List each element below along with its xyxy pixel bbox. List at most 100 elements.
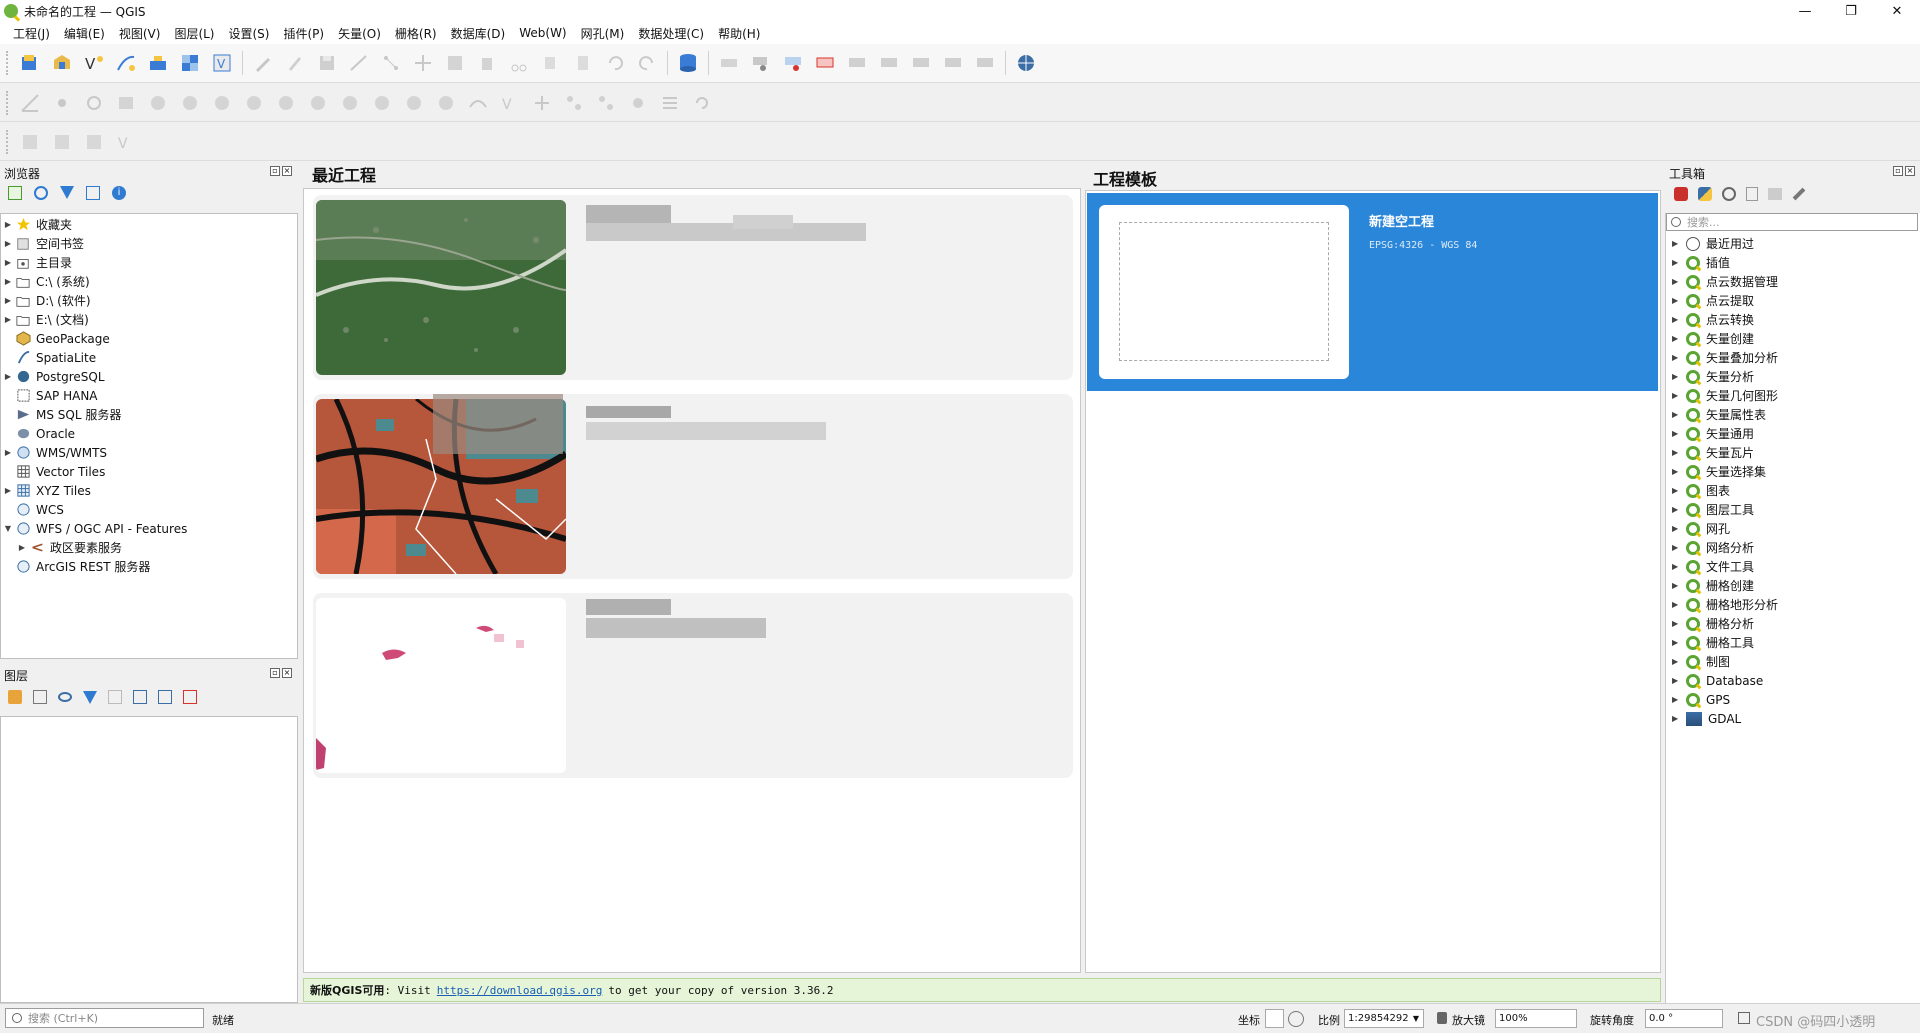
style-brush-icon[interactable] bbox=[8, 690, 22, 704]
maximize-button[interactable]: ❐ bbox=[1828, 0, 1874, 22]
menu-layer[interactable]: 图层(L) bbox=[167, 25, 221, 42]
toolbox-item[interactable]: ▶ 插值 bbox=[1672, 253, 1730, 272]
collapse-all-icon[interactable] bbox=[86, 186, 100, 200]
toolbox-item[interactable]: ▶ GPS bbox=[1672, 690, 1730, 709]
label-pin-icon[interactable] bbox=[748, 50, 774, 76]
menu-processing[interactable]: 数据处理(C) bbox=[631, 25, 711, 42]
tree-item-postgresql[interactable]: ▶ PostgreSQL bbox=[1, 367, 105, 386]
shape-digitize-icon[interactable] bbox=[17, 129, 43, 155]
rectangle-tool-icon[interactable] bbox=[81, 129, 107, 155]
python-scripts-icon[interactable] bbox=[1698, 187, 1712, 201]
new-raster-icon[interactable] bbox=[177, 50, 203, 76]
globe-plugin-icon[interactable] bbox=[1013, 50, 1039, 76]
add-line-icon[interactable] bbox=[346, 50, 372, 76]
add-ring-icon[interactable] bbox=[81, 90, 107, 116]
recent-project-card[interactable] bbox=[313, 593, 1073, 778]
tree-item-mssql[interactable]: MS SQL 服务器 bbox=[1, 405, 121, 424]
merge-attributes-icon[interactable] bbox=[401, 90, 427, 116]
new-virtual-layer-icon[interactable]: V bbox=[209, 50, 235, 76]
vertex-editor-icon[interactable]: V bbox=[497, 90, 523, 116]
split-features-icon[interactable] bbox=[305, 90, 331, 116]
add-part-icon[interactable] bbox=[113, 90, 139, 116]
close-panel-button[interactable]: × bbox=[1905, 166, 1915, 176]
copy-icon[interactable] bbox=[538, 50, 564, 76]
toolbox-item[interactable]: ▶ 栅格地形分析 bbox=[1672, 595, 1778, 614]
toolbox-item[interactable]: ▶ 点云转换 bbox=[1672, 310, 1754, 329]
tree-item-bookmarks[interactable]: ▶ 空间书签 bbox=[1, 234, 84, 253]
tree-item-wms[interactable]: ▶ WMS/WMTS bbox=[1, 443, 107, 462]
menu-project[interactable]: 工程(J) bbox=[6, 25, 57, 42]
remove-layer-icon[interactable] bbox=[183, 690, 197, 704]
fill-ring-icon[interactable] bbox=[145, 90, 171, 116]
new-shapefile-icon[interactable]: V bbox=[81, 50, 107, 76]
menu-help[interactable]: 帮助(H) bbox=[711, 25, 767, 42]
tree-item-wcs[interactable]: WCS bbox=[1, 500, 64, 519]
trim-extend-icon[interactable] bbox=[529, 90, 555, 116]
circle-tool-icon[interactable] bbox=[49, 129, 75, 155]
close-panel-button[interactable]: × bbox=[282, 166, 292, 176]
models-icon[interactable] bbox=[1674, 187, 1688, 201]
label-rotate-icon[interactable] bbox=[876, 50, 902, 76]
menu-vector[interactable]: 矢量(O) bbox=[331, 25, 388, 42]
info-icon[interactable]: i bbox=[112, 186, 126, 200]
render-checkbox[interactable] bbox=[1738, 1012, 1750, 1024]
menu-plugins[interactable]: 插件(P) bbox=[276, 25, 331, 42]
cut-icon[interactable] bbox=[506, 50, 532, 76]
tree-item-home[interactable]: ▶ 主目录 bbox=[1, 253, 72, 272]
label-move-icon[interactable] bbox=[844, 50, 870, 76]
open-project-icon[interactable] bbox=[49, 50, 75, 76]
pencil-icon[interactable] bbox=[250, 50, 276, 76]
toolbox-item[interactable]: ▶ 矢量选择集 bbox=[1672, 462, 1766, 481]
recent-project-card[interactable] bbox=[313, 195, 1073, 380]
split-parts-icon[interactable] bbox=[337, 90, 363, 116]
float-panel-button[interactable]: ▫ bbox=[270, 668, 280, 678]
tree-item-drive-c[interactable]: ▶ C:\ (系统) bbox=[1, 272, 90, 291]
polygon-tool-icon[interactable]: V bbox=[113, 129, 139, 155]
align-icon[interactable] bbox=[657, 90, 683, 116]
toolbox-item[interactable]: ▶ 矢量属性表 bbox=[1672, 405, 1766, 424]
label-change-icon[interactable] bbox=[908, 50, 934, 76]
add-group-icon[interactable] bbox=[33, 690, 47, 704]
edit-features-in-place-icon[interactable] bbox=[1768, 188, 1782, 200]
rotate-feature-icon[interactable] bbox=[689, 90, 715, 116]
simplify-icon[interactable] bbox=[465, 90, 491, 116]
edit-pencil-icon[interactable] bbox=[282, 50, 308, 76]
offset-curve-icon[interactable] bbox=[273, 90, 299, 116]
tree-item-vector-tiles[interactable]: Vector Tiles bbox=[1, 462, 105, 481]
save-edits-icon[interactable] bbox=[314, 50, 340, 76]
tree-item-sap-hana[interactable]: SAP HANA bbox=[1, 386, 98, 405]
label-icon[interactable] bbox=[716, 50, 742, 76]
tree-item-xyz-tiles[interactable]: ▶ XYZ Tiles bbox=[1, 481, 91, 500]
reshape-icon[interactable] bbox=[241, 90, 267, 116]
database-icon[interactable] bbox=[675, 50, 701, 76]
redo-icon[interactable] bbox=[634, 50, 660, 76]
history-icon[interactable] bbox=[1722, 187, 1736, 201]
toolbox-item[interactable]: ▶ 网络分析 bbox=[1672, 538, 1754, 557]
template-new-empty-project[interactable]: 新建空工程 EPSG:4326 - WGS 84 bbox=[1087, 193, 1658, 391]
delete-part-icon[interactable] bbox=[209, 90, 235, 116]
tree-item-drive-d[interactable]: ▶ D:\ (软件) bbox=[1, 291, 91, 310]
recent-project-card[interactable] bbox=[313, 394, 1073, 579]
toolbox-item[interactable]: ▶ 栅格分析 bbox=[1672, 614, 1754, 633]
delete-ring-icon[interactable] bbox=[177, 90, 203, 116]
toolbar-grip[interactable] bbox=[6, 51, 10, 75]
paste-icon[interactable] bbox=[570, 50, 596, 76]
layers-tree[interactable] bbox=[0, 716, 298, 1003]
download-link[interactable]: https://download.qgis.org bbox=[437, 984, 603, 997]
menu-raster[interactable]: 栅格(R) bbox=[388, 25, 444, 42]
toolbox-search-input[interactable]: 搜索... bbox=[1666, 213, 1918, 231]
vertex-tool-icon[interactable] bbox=[378, 50, 404, 76]
menu-web[interactable]: Web(W) bbox=[512, 26, 573, 40]
lock-scale-icon[interactable] bbox=[1437, 1012, 1447, 1024]
tree-item-wfs-child[interactable]: ▶ 政区要素服务 bbox=[15, 538, 122, 557]
digitize-line-icon[interactable] bbox=[113, 50, 139, 76]
results-viewer-icon[interactable] bbox=[1746, 187, 1758, 201]
label-highlight-icon[interactable] bbox=[780, 50, 806, 76]
float-panel-button[interactable]: ▫ bbox=[1893, 166, 1903, 176]
coordinate-field[interactable] bbox=[1265, 1009, 1284, 1028]
menu-database[interactable]: 数据库(D) bbox=[444, 25, 513, 42]
tree-item-spatialite[interactable]: SpatiaLite bbox=[1, 348, 96, 367]
add-point-icon[interactable] bbox=[49, 90, 75, 116]
menu-settings[interactable]: 设置(S) bbox=[222, 25, 277, 42]
toolbox-item[interactable]: ▶ 栅格工具 bbox=[1672, 633, 1754, 652]
